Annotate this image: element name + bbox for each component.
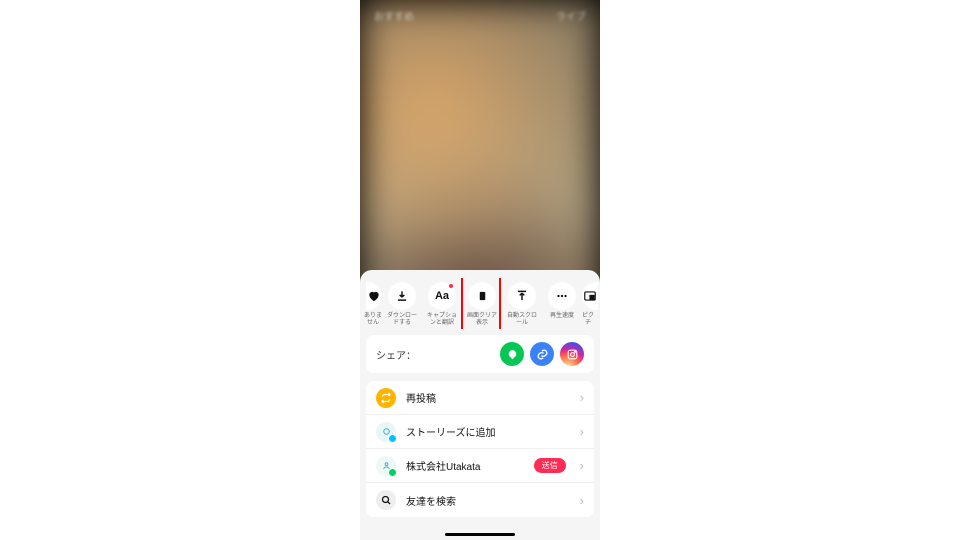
- action-upload[interactable]: 自動スクロ ール: [502, 282, 542, 327]
- phone-icon: [468, 282, 496, 310]
- chevron-right-icon: ›: [580, 493, 584, 508]
- menu-list: 再投稿 › ストーリーズに追加 › 株式会社Utakata 送信 › 友達を検索 ›: [366, 381, 594, 517]
- send-badge[interactable]: 送信: [534, 458, 566, 473]
- menu-item-stories[interactable]: ストーリーズに追加 ›: [366, 415, 594, 449]
- phone-frame: おすすめ ライブ ありま せんダウンロー ドする Aa キャプショ ンと翻訳画面クリ…: [360, 0, 600, 540]
- chevron-right-icon: ›: [580, 458, 584, 473]
- share-link-icon[interactable]: [530, 342, 554, 366]
- action-heart[interactable]: ありま せん: [360, 282, 382, 327]
- action-label: ピク チ: [582, 313, 594, 327]
- pip-icon: [582, 282, 598, 310]
- download-icon: [388, 282, 416, 310]
- menu-item-user[interactable]: 株式会社Utakata 送信 ›: [366, 449, 594, 483]
- action-phone[interactable]: 画面クリア 表示: [462, 282, 502, 327]
- action-label: 画面クリア 表示: [467, 313, 497, 327]
- chevron-right-icon: ›: [580, 424, 584, 439]
- share-sheet: ありま せんダウンロー ドする Aa キャプショ ンと翻訳画面クリア 表示自動スクロ…: [360, 270, 600, 540]
- stories-icon: [376, 422, 396, 442]
- menu-label: ストーリーズに追加: [406, 424, 570, 439]
- heart-icon: [366, 282, 382, 310]
- chevron-right-icon: ›: [580, 390, 584, 405]
- tab-left[interactable]: おすすめ: [374, 8, 414, 23]
- share-label: シェア：: [376, 347, 494, 362]
- action-dots[interactable]: 再生速度: [542, 282, 582, 327]
- menu-item-search[interactable]: 友達を検索 ›: [366, 483, 594, 517]
- menu-label: 再投稿: [406, 390, 570, 405]
- action-Aa[interactable]: Aa キャプショ ンと翻訳: [422, 282, 462, 327]
- share-line-icon[interactable]: [500, 342, 524, 366]
- share-instagram-icon[interactable]: [560, 342, 584, 366]
- menu-item-repost[interactable]: 再投稿 ›: [366, 381, 594, 415]
- action-label: キャプショ ンと翻訳: [427, 313, 457, 327]
- action-row: ありま せんダウンロー ドする Aa キャプショ ンと翻訳画面クリア 表示自動スクロ…: [360, 278, 600, 329]
- dots-icon: [548, 282, 576, 310]
- menu-label: 友達を検索: [406, 493, 570, 508]
- tab-right[interactable]: ライブ: [556, 8, 586, 23]
- upload-icon: [508, 282, 536, 310]
- search-icon: [376, 490, 396, 510]
- action-pip[interactable]: ピク チ: [582, 282, 600, 327]
- menu-label: 株式会社Utakata: [406, 458, 524, 473]
- Aa-icon: Aa: [428, 282, 456, 310]
- user-icon: [376, 456, 396, 476]
- share-row: シェア：: [366, 335, 594, 373]
- action-download[interactable]: ダウンロー ドする: [382, 282, 422, 327]
- action-label: 自動スクロ ール: [507, 313, 537, 327]
- action-label: 再生速度: [550, 313, 574, 327]
- home-indicator: [445, 533, 515, 537]
- top-tabs: おすすめ ライブ: [360, 8, 600, 23]
- action-label: ありま せん: [364, 313, 382, 327]
- repost-icon: [376, 388, 396, 408]
- badge-dot: [449, 284, 453, 288]
- action-label: ダウンロー ドする: [387, 313, 417, 327]
